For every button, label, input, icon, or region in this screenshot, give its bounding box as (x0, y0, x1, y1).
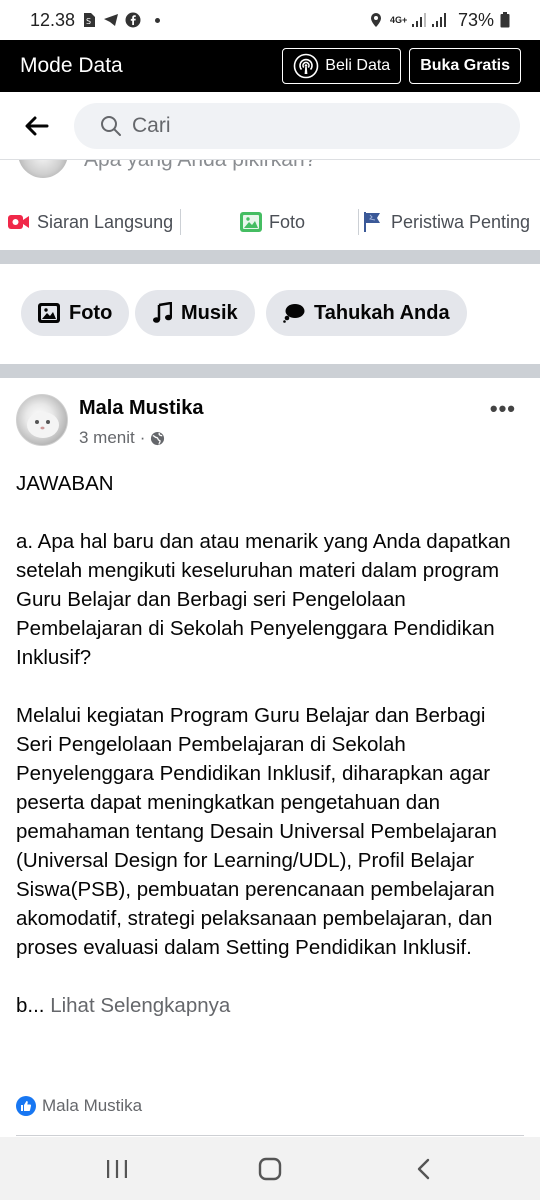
action-divider (180, 209, 181, 235)
telegram-icon (103, 12, 119, 28)
reaction-name: Mala Mustika (42, 1096, 143, 1115)
sim-icon: S (81, 12, 97, 28)
section-separator (0, 250, 540, 264)
music-icon (152, 302, 172, 324)
meta-separator: · (139, 428, 146, 447)
status-bar-left: 12.38 S (30, 9, 161, 31)
svg-text:S: S (86, 17, 91, 26)
search-placeholder: Cari (132, 113, 171, 137)
life-event-button[interactable]: Peristiwa Penting (362, 207, 530, 237)
globe-icon (150, 431, 165, 446)
composer[interactable]: Apa yang Anda pikirkan? (0, 160, 540, 196)
broadcast-icon (293, 53, 319, 79)
reactions-row[interactable]: Mala Mustika (16, 1096, 142, 1116)
life-event-label: Peristiwa Penting (391, 211, 531, 232)
live-video-icon (8, 214, 30, 230)
more-dots-icon: ••• (489, 396, 516, 421)
live-video-label: Siaran Langsung (37, 211, 174, 232)
avatar[interactable] (16, 394, 68, 446)
battery-icon (500, 12, 510, 28)
photo-label: Foto (269, 211, 306, 232)
buy-data-label: Beli Data (325, 57, 391, 74)
back-nav-button[interactable] (393, 1144, 453, 1194)
flag-icon (362, 211, 384, 233)
composer-avatar (18, 160, 68, 178)
live-video-button[interactable]: Siaran Langsung (8, 207, 173, 237)
search-input[interactable]: Cari (74, 102, 520, 149)
post-truncated: b... Lihat Selengkapnya (16, 991, 516, 1020)
action-divider (358, 209, 359, 235)
post-author[interactable]: Mala Mustika (79, 397, 203, 420)
post-divider (16, 1135, 524, 1136)
open-free-button[interactable]: Buka Gratis (409, 48, 521, 84)
chip-music[interactable]: Musik (135, 290, 255, 336)
photo-icon (38, 303, 60, 323)
status-bar-right: 4G+ 73% (368, 10, 510, 31)
chip-photo-label: Foto (69, 301, 113, 324)
location-icon (368, 12, 384, 28)
search-icon (100, 115, 122, 137)
chips-row: Foto Musik Tahukah Anda (0, 290, 540, 338)
post-paragraph: JAWABAN (16, 472, 114, 495)
data-mode-bar: Mode Data Beli Data Buka Gratis (0, 40, 540, 92)
home-icon (258, 1157, 282, 1181)
status-bar: 12.38 S 4G+ 73% (0, 0, 540, 40)
chip-did-you-know[interactable]: Tahukah Anda (266, 290, 467, 336)
truncated-text: b... (16, 994, 45, 1017)
dot-icon (155, 17, 161, 23)
post-header: Mala Mustika 3 menit · ••• (0, 392, 540, 454)
search-header: Cari (0, 92, 540, 160)
recent-apps-button[interactable] (87, 1144, 147, 1194)
section-separator (0, 364, 540, 378)
signal-icon (411, 12, 452, 28)
see-more-link[interactable]: Lihat Selengkapnya (50, 994, 230, 1017)
post-time[interactable]: 3 menit (79, 428, 135, 448)
composer-actions: Siaran Langsung Foto Peristiwa Penting (0, 196, 540, 248)
composer-prompt: Apa yang Anda pikirkan? (84, 160, 316, 172)
post-paragraph: a. Apa hal baru dan atau menarik yang An… (16, 530, 511, 669)
recent-apps-icon (106, 1159, 128, 1179)
facebook-icon (125, 12, 141, 28)
back-button[interactable] (0, 92, 74, 160)
battery-percent: 73% (457, 9, 494, 30)
chip-did-you-know-label: Tahukah Anda (314, 301, 450, 324)
android-nav-bar (0, 1137, 540, 1200)
post-paragraph: Melalui kegiatan Program Guru Belajar da… (16, 704, 497, 959)
photo-button[interactable]: Foto (240, 207, 305, 237)
like-icon (16, 1096, 36, 1116)
chip-photo[interactable]: Foto (21, 290, 130, 336)
photo-icon (240, 212, 262, 232)
network-type: 4G+ (389, 14, 408, 25)
chevron-left-icon (416, 1158, 430, 1180)
data-mode-title: Mode Data (20, 54, 123, 77)
chip-music-label: Musik (181, 301, 238, 324)
status-time: 12.38 (30, 9, 76, 30)
open-free-label: Buka Gratis (420, 57, 510, 74)
post-body: JAWABAN a. Apa hal baru dan atau menarik… (16, 469, 516, 1049)
data-mode-actions: Beli Data Buka Gratis (282, 48, 540, 84)
post-meta: 3 menit · (79, 428, 165, 448)
home-button[interactable] (240, 1144, 300, 1194)
buy-data-button[interactable]: Beli Data (282, 48, 402, 84)
more-options-button[interactable]: ••• (490, 396, 516, 422)
arrow-left-icon (25, 116, 49, 136)
speech-bubble-icon (283, 303, 305, 323)
